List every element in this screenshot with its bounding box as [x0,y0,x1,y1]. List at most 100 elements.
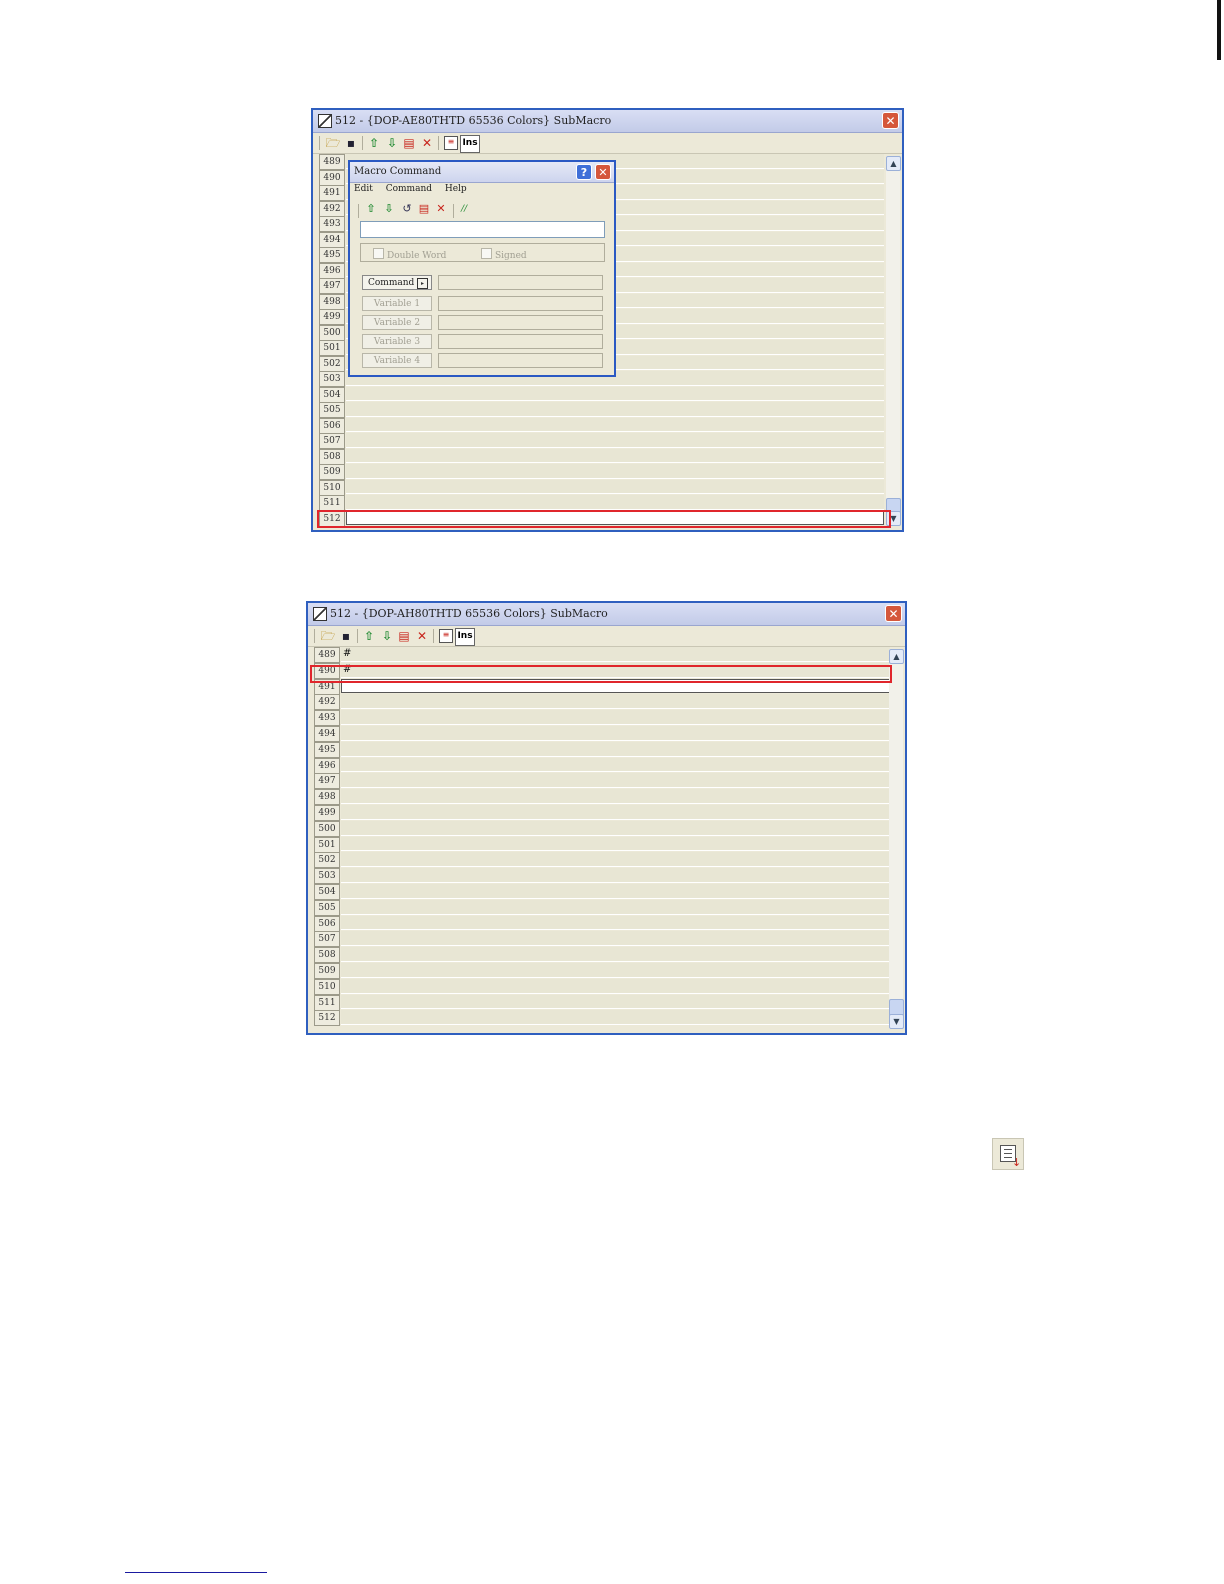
menu-edit[interactable]: Edit [354,184,373,194]
variable-4-button[interactable]: Variable 4 [362,353,432,368]
row-number[interactable]: 493 [314,710,340,727]
macro-line-cell[interactable] [346,479,884,494]
macro-line-cell[interactable] [341,994,890,1010]
row-number[interactable]: 500 [314,820,340,837]
command-button[interactable]: Command ▸ [362,275,432,290]
row-number[interactable]: 495 [314,741,340,758]
form-icon[interactable]: ≡ [444,136,458,150]
macro-line-cell[interactable] [341,710,890,725]
row-number[interactable]: 489 [314,647,340,663]
row-number[interactable]: 492 [314,694,340,711]
macro-line-cell[interactable] [346,464,884,479]
row-number[interactable]: 510 [319,479,345,496]
open-icon[interactable]: 🗁 [325,135,341,151]
macro-line-cell[interactable] [341,963,890,978]
row-number[interactable]: 494 [319,231,345,248]
variable-1-field[interactable] [438,296,603,311]
row-number[interactable]: 508 [314,947,340,964]
save-icon[interactable]: ▪ [338,628,354,644]
row-number[interactable]: 511 [314,994,340,1011]
row-number[interactable]: 509 [314,963,340,979]
delete-icon[interactable]: ✕ [414,628,430,644]
macro-line-cell[interactable]: # [341,647,890,662]
save-icon[interactable]: ▪ [343,135,359,151]
scroll-down-icon[interactable]: ▼ [889,1014,904,1029]
move-up-icon[interactable]: ⇧ [361,628,377,644]
paste-icon[interactable]: ▤ [401,135,417,151]
macro-line-cell[interactable] [346,495,884,510]
row-number[interactable]: 497 [319,278,345,294]
macro-line-cell[interactable] [341,947,890,962]
move-up-icon[interactable]: ⇧ [366,135,382,151]
delete-icon[interactable]: ✕ [434,202,448,216]
row-number[interactable]: 509 [319,464,345,480]
row-number[interactable]: 499 [319,309,345,325]
variable-2-button[interactable]: Variable 2 [362,315,432,330]
row-number[interactable]: 510 [314,978,340,995]
undo-icon[interactable]: ↺ [400,202,414,216]
close-button[interactable]: ✕ [885,605,902,622]
row-number[interactable]: 502 [319,355,345,372]
move-down-icon[interactable]: ⇩ [382,202,396,216]
row-number[interactable]: 489 [319,154,345,170]
row-number[interactable]: 503 [319,371,345,387]
row-number[interactable]: 507 [314,931,340,948]
macro-line-cell[interactable] [341,915,890,931]
macro-line-cell[interactable] [346,417,884,432]
insert-button[interactable]: Ins [455,628,475,646]
command-input[interactable] [360,221,605,238]
row-number[interactable]: 490 [319,169,345,186]
macro-line-cell[interactable] [341,868,890,883]
row-number[interactable]: 500 [319,324,345,341]
macro-line-cell[interactable] [346,448,884,463]
row-number[interactable]: 492 [319,200,345,217]
macro-line-cell[interactable] [341,820,890,836]
row-number[interactable]: 511 [319,495,345,511]
macro-line-cell[interactable] [341,757,890,773]
double-word-checkbox[interactable]: Double Word [373,248,446,261]
row-number[interactable]: 497 [314,773,340,790]
move-up-icon[interactable]: ⇧ [364,202,378,216]
row-number[interactable]: 498 [314,789,340,806]
paste-icon[interactable]: ▤ [396,628,412,644]
variable-4-field[interactable] [438,353,603,368]
row-number[interactable]: 494 [314,726,340,742]
delete-icon[interactable]: ✕ [419,135,435,151]
macro-line-cell[interactable] [341,978,890,994]
variable-1-button[interactable]: Variable 1 [362,296,432,311]
comment-icon[interactable]: // [457,202,471,216]
row-number[interactable]: 507 [319,433,345,449]
macro-line-cell[interactable] [341,726,890,741]
variable-2-field[interactable] [438,315,603,330]
move-down-icon[interactable]: ⇩ [379,628,395,644]
macro-line-cell[interactable] [341,884,890,899]
row-number[interactable]: 506 [314,915,340,932]
row-number[interactable]: 499 [314,805,340,821]
row-number[interactable]: 505 [319,402,345,418]
row-number[interactable]: 491 [319,185,345,201]
macro-line-cell[interactable] [341,789,890,804]
command-field[interactable] [438,275,603,290]
macro-line-cell[interactable] [341,852,890,868]
open-icon[interactable]: 🗁 [320,628,336,644]
macro-line-cell[interactable] [341,836,890,852]
macro-line-cell[interactable] [341,741,890,757]
signed-checkbox[interactable]: Signed [481,248,527,261]
macro-line-cell[interactable] [346,402,884,417]
scroll-up-icon[interactable]: ▲ [886,156,901,171]
variable-3-field[interactable] [438,334,603,349]
row-number[interactable]: 501 [319,340,345,356]
macro-line-cell[interactable] [341,773,890,789]
move-down-icon[interactable]: ⇩ [384,135,400,151]
variable-3-button[interactable]: Variable 3 [362,334,432,349]
help-button[interactable]: ? [576,164,592,180]
macro-line-cell[interactable] [346,386,884,401]
paste-icon[interactable]: ▤ [417,202,431,216]
vertical-scrollbar[interactable]: ▲ ▼ [889,649,904,1029]
row-number[interactable]: 496 [319,262,345,279]
scroll-up-icon[interactable]: ▲ [889,649,904,664]
row-number[interactable]: 498 [319,293,345,310]
close-button[interactable]: ✕ [882,112,899,129]
row-number[interactable]: 506 [319,417,345,434]
macro-line-cell[interactable] [341,805,890,820]
